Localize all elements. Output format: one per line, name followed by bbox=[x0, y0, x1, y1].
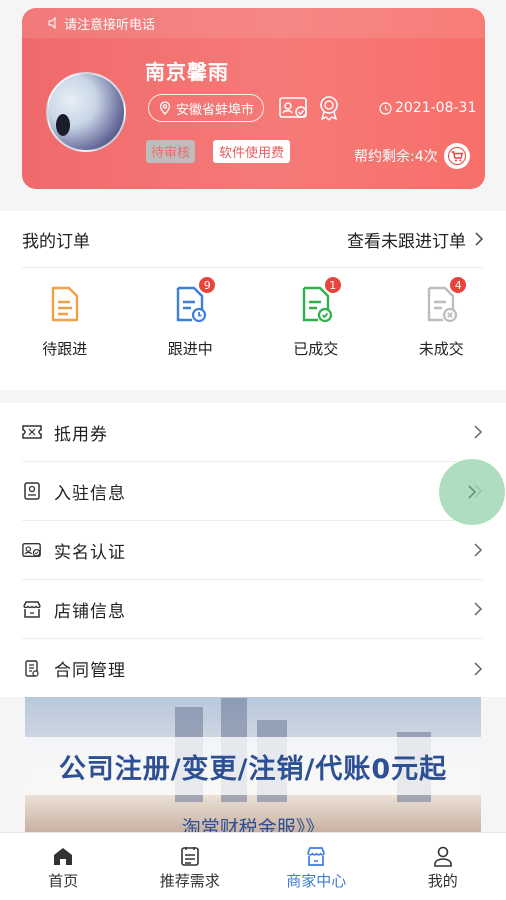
chevron-right-icon bbox=[474, 543, 483, 557]
speaker-icon bbox=[48, 17, 56, 29]
tab-merchant-center[interactable]: 商家中心 bbox=[253, 833, 380, 900]
view-unfollowed-orders-link[interactable]: 查看未跟进订单 bbox=[347, 227, 484, 252]
chevron-right-icon bbox=[474, 602, 483, 616]
avatar[interactable] bbox=[46, 72, 126, 152]
menu-item-label: 抵用券 bbox=[54, 424, 108, 445]
menu-item-settlement-info[interactable]: 入驻信息 bbox=[22, 462, 484, 521]
info-card-icon bbox=[24, 482, 40, 500]
status-pending-follow[interactable]: 待跟进 bbox=[5, 284, 125, 359]
call-notice-text: 请注意接听电话 bbox=[64, 17, 156, 33]
tab-home[interactable]: 首页 bbox=[0, 833, 127, 900]
tab-recommended-demands[interactable]: 推荐需求 bbox=[127, 833, 254, 900]
menu-item-label: 合同管理 bbox=[54, 661, 126, 681]
list-icon bbox=[180, 847, 199, 866]
tab-label: 首页 bbox=[48, 872, 79, 890]
ticket-icon bbox=[22, 425, 42, 439]
remaining-appointments: 帮约剩余:4次 bbox=[354, 149, 438, 165]
user-icon bbox=[433, 846, 452, 867]
not-closed-count-badge: 4 bbox=[449, 276, 468, 294]
tab-label: 推荐需求 bbox=[159, 872, 220, 890]
clock-icon bbox=[379, 101, 392, 115]
tab-mine[interactable]: 我的 bbox=[380, 833, 506, 900]
location-pin-icon bbox=[159, 101, 171, 115]
menu-item-shop-info[interactable]: 店铺信息 bbox=[22, 580, 484, 639]
menu-item-label: 入驻信息 bbox=[54, 483, 126, 504]
bottom-tab-bar: 首页 推荐需求 商家中心 我的 bbox=[0, 832, 506, 900]
menu-item-contract-management[interactable]: 合同管理 bbox=[22, 639, 484, 698]
merchant-menu-list: 抵用券 入驻信息 实名认证 店铺信息 合同管理 bbox=[0, 403, 506, 697]
document-icon bbox=[51, 286, 78, 322]
orders-header: 我的订单 查看未跟进订单 bbox=[22, 211, 484, 268]
status-deal-closed[interactable]: 1 已成交 bbox=[256, 276, 376, 359]
orders-title: 我的订单 bbox=[22, 231, 90, 252]
merchant-profile-card: 请注意接听电话 南京馨雨 安徽省蚌埠市 2021-08-31 待审核 软件使用费… bbox=[22, 8, 485, 189]
status-label: 待跟进 bbox=[42, 340, 88, 358]
chevron-right-icon bbox=[475, 232, 484, 246]
software-fee-button[interactable]: 软件使用费 bbox=[213, 140, 291, 163]
call-notice-bar: 请注意接听电话 bbox=[22, 8, 485, 38]
chevron-right-icon bbox=[468, 485, 477, 499]
menu-item-coupons[interactable]: 抵用券 bbox=[22, 403, 484, 462]
menu-item-label: 店铺信息 bbox=[54, 601, 126, 622]
join-date-text: 2021-08-31 bbox=[395, 100, 477, 116]
menu-item-real-name-auth[interactable]: 实名认证 bbox=[22, 521, 484, 580]
medal-icon bbox=[320, 96, 338, 121]
floating-assistive-button[interactable] bbox=[439, 459, 505, 525]
cart-button[interactable] bbox=[444, 143, 470, 169]
merchant-name: 南京馨雨 bbox=[145, 60, 229, 84]
chevron-right-icon bbox=[474, 661, 483, 676]
following-count-badge: 9 bbox=[198, 276, 217, 294]
tab-label: 我的 bbox=[427, 872, 458, 890]
home-icon bbox=[54, 848, 73, 865]
banner-subtitle: 淘常财税金服》》 bbox=[181, 817, 325, 832]
status-label: 跟进中 bbox=[167, 340, 213, 358]
store-icon bbox=[307, 847, 326, 866]
cart-icon bbox=[448, 147, 466, 165]
my-orders-section: 我的订单 查看未跟进订单 待跟进 9 跟进中 1 已成交 4 未成交 bbox=[0, 211, 506, 390]
status-following[interactable]: 9 跟进中 bbox=[130, 276, 250, 359]
banner-title: 公司注册/变更/注销/代账0元起 bbox=[58, 754, 448, 785]
view-unfollowed-orders-label: 查看未跟进订单 bbox=[347, 231, 466, 252]
closed-count-badge: 1 bbox=[323, 276, 342, 294]
location-text: 安徽省蚌埠市 bbox=[176, 102, 255, 118]
id-verified-icon bbox=[279, 97, 307, 118]
status-label: 未成交 bbox=[418, 340, 464, 358]
status-not-closed[interactable]: 4 未成交 bbox=[381, 276, 501, 359]
shop-icon bbox=[23, 601, 41, 618]
tab-label: 商家中心 bbox=[286, 872, 347, 890]
location-badge: 安徽省蚌埠市 bbox=[148, 94, 265, 122]
chevron-right-icon bbox=[474, 425, 483, 439]
id-card-icon bbox=[22, 542, 41, 558]
menu-item-label: 实名认证 bbox=[54, 542, 126, 563]
join-date: 2021-08-31 bbox=[379, 100, 476, 116]
promo-banner[interactable]: 公司注册/变更/注销/代账0元起 淘常财税金服》》 bbox=[25, 697, 481, 832]
status-label: 已成交 bbox=[293, 340, 339, 358]
contract-icon bbox=[25, 659, 39, 677]
status-badge: 待审核 bbox=[146, 140, 196, 163]
